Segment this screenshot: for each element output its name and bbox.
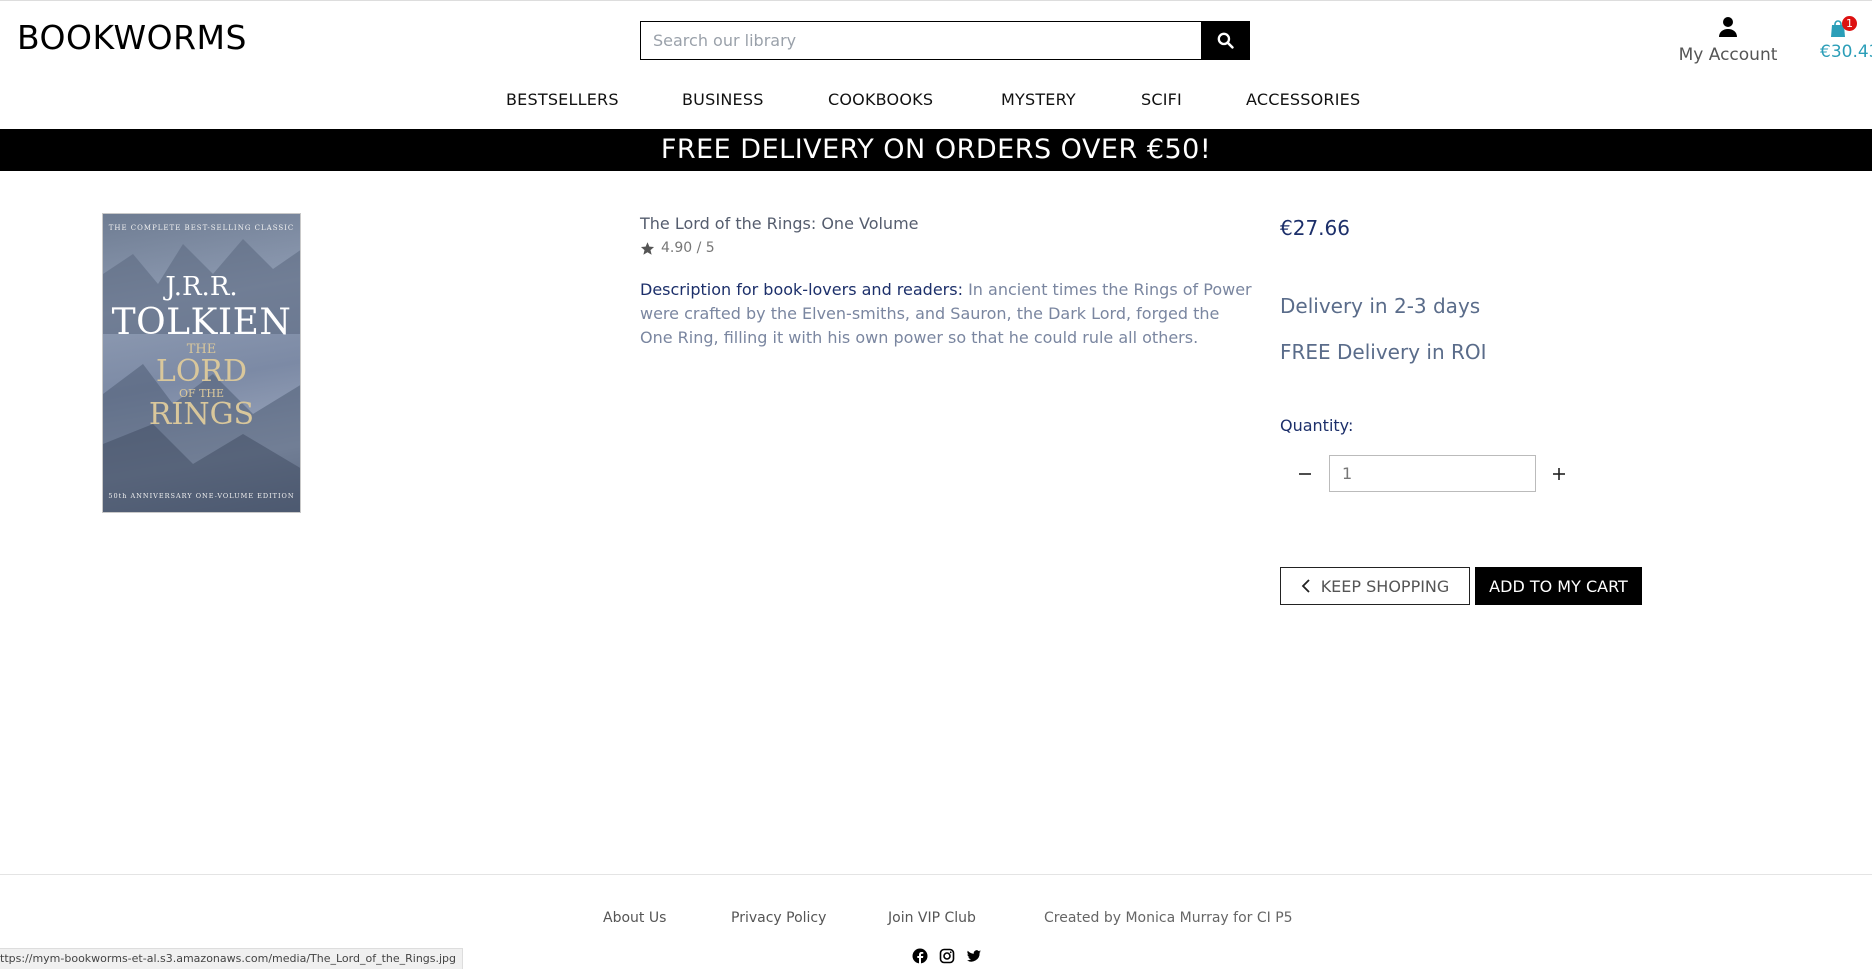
search-button[interactable]	[1201, 21, 1250, 60]
quantity-label: Quantity:	[1280, 416, 1354, 435]
my-account-label: My Account	[1678, 45, 1778, 65]
browser-status-url: ttps://mym-bookworms-et-al.s3.amazonaws.…	[0, 948, 464, 969]
user-icon	[1719, 17, 1737, 37]
search-icon	[1217, 32, 1234, 49]
nav-item-bestsellers[interactable]: BESTSELLERS	[506, 90, 619, 109]
top-border	[0, 0, 1872, 1]
nav-item-accessories[interactable]: ACCESSORIES	[1246, 90, 1360, 109]
footer-link-about[interactable]: About Us	[603, 910, 666, 926]
product-description: Description for book-lovers and readers:…	[640, 278, 1252, 350]
chevron-left-icon	[1301, 579, 1310, 593]
product-name: The Lord of the Rings: One Volume	[640, 214, 919, 233]
my-account-link[interactable]: My Account	[1673, 16, 1783, 65]
footer-link-vip[interactable]: Join VIP Club	[888, 910, 976, 926]
description-label: Description for book-lovers and readers:	[640, 280, 963, 299]
keep-shopping-button[interactable]: KEEP SHOPPING	[1280, 567, 1470, 605]
keep-shopping-label: KEEP SHOPPING	[1320, 576, 1450, 596]
social-links	[912, 948, 982, 964]
promo-banner: FREE DELIVERY ON ORDERS OVER €50!	[0, 129, 1872, 171]
cover-title-rings: RINGS	[148, 397, 255, 432]
twitter-icon[interactable]	[966, 948, 982, 964]
nav-item-scifi[interactable]: SCIFI	[1141, 90, 1182, 109]
cover-title: THE LORD OF THE RINGS	[103, 342, 300, 430]
nav-item-mystery[interactable]: MYSTERY	[1001, 90, 1076, 109]
cover-title-lord: LORD	[155, 354, 248, 389]
product-rating: 4.90 / 5	[640, 240, 715, 256]
nav-item-business[interactable]: BUSINESS	[682, 90, 764, 109]
add-to-cart-button[interactable]: ADD TO MY CART	[1475, 567, 1642, 605]
search-form	[640, 21, 1250, 60]
increment-quantity-button[interactable]	[1544, 461, 1574, 487]
instagram-icon[interactable]	[939, 948, 955, 964]
decrement-quantity-button[interactable]	[1290, 461, 1320, 487]
cart-count-badge: 1	[1842, 16, 1857, 31]
product-price: €27.66	[1280, 216, 1350, 240]
cover-tagline: THE COMPLETE BEST-SELLING CLASSIC	[108, 224, 295, 232]
footer-links: About Us Privacy Policy Join VIP Club	[0, 910, 1872, 930]
delivery-note: FREE Delivery in ROI	[1280, 340, 1487, 364]
quantity-input[interactable]	[1329, 455, 1536, 492]
plus-icon	[1553, 468, 1565, 480]
cover-author-surname: TOLKIEN	[111, 302, 292, 343]
main-nav: BESTSELLERS BUSINESS COOKBOOKS MYSTERY S…	[0, 90, 1872, 112]
star-icon	[640, 241, 655, 255]
rating-value: 4.90 / 5	[661, 240, 715, 256]
search-input[interactable]	[640, 21, 1202, 60]
footer-divider	[0, 874, 1872, 875]
product-image[interactable]: THE COMPLETE BEST-SELLING CLASSIC J.R.R.…	[102, 213, 301, 513]
minus-icon	[1299, 473, 1311, 475]
cover-edition: 50th ANNIVERSARY ONE-VOLUME EDITION	[108, 492, 295, 500]
delivery-time: Delivery in 2-3 days	[1280, 294, 1481, 318]
facebook-icon[interactable]	[912, 948, 928, 964]
footer-link-privacy[interactable]: Privacy Policy	[731, 910, 826, 926]
footer-credit: Created by Monica Murray for CI P5	[1044, 910, 1293, 926]
cover-author-initials: J.R.R.	[165, 272, 238, 302]
nav-item-cookbooks[interactable]: COOKBOOKS	[828, 90, 933, 109]
site-logo[interactable]: BOOKWORMS	[17, 18, 247, 57]
cart-total: €30.43	[1820, 42, 1872, 62]
